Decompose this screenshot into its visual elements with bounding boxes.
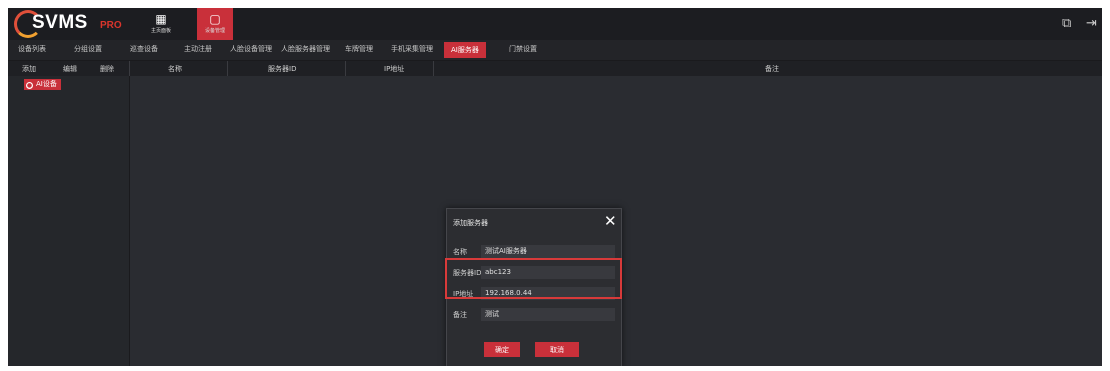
- highlight-annotation-box: [445, 258, 622, 299]
- top-bar: SVMS PRO ▦ 主页面板 ▢ 设备管理 ⧉ ⇥: [8, 8, 1102, 40]
- logo-text: SVMS: [32, 12, 88, 33]
- remark-field[interactable]: 测试: [481, 308, 615, 321]
- tab-mobile-capture-management[interactable]: 手机采集管理: [391, 44, 433, 54]
- delete-button[interactable]: 删除: [100, 64, 114, 74]
- logo-pro: PRO: [100, 20, 122, 31]
- table-header-row: 添加 编辑 删除 名称 服务器ID IP地址 备注: [8, 61, 1102, 76]
- tab-face-server-management[interactable]: 人脸服务器管理: [281, 44, 330, 54]
- device-icon: ▢: [209, 12, 221, 26]
- column-header-name[interactable]: 名称: [168, 64, 182, 74]
- module-label: 设备管理: [204, 28, 225, 34]
- column-divider: [345, 61, 346, 76]
- remark-label: 备注: [453, 311, 467, 319]
- tab-group-settings[interactable]: 分组设置: [74, 44, 102, 54]
- tab-active-register[interactable]: 主动注册: [184, 44, 212, 54]
- column-header-ip[interactable]: IP地址: [384, 64, 404, 74]
- fullscreen-icon[interactable]: ⧉: [1062, 16, 1071, 31]
- tab-device-list[interactable]: 设备列表: [18, 44, 46, 54]
- close-icon[interactable]: ✕: [604, 212, 617, 230]
- name-field[interactable]: 测试AI服务器: [481, 245, 615, 258]
- logout-icon[interactable]: ⇥: [1086, 16, 1097, 31]
- app-window: SVMS PRO ▦ 主页面板 ▢ 设备管理 ⧉ ⇥ 设备列表 分组设置 巡查设…: [8, 8, 1102, 366]
- add-button[interactable]: 添加: [22, 64, 36, 74]
- column-header-server-id[interactable]: 服务器ID: [268, 64, 296, 74]
- column-divider: [129, 61, 130, 76]
- cancel-button[interactable]: 取消: [535, 342, 579, 357]
- tree-node-ai-devices[interactable]: ● AI设备: [24, 79, 61, 90]
- dialog-title: 添加服务器: [453, 219, 488, 227]
- tree-node-label: AI设备: [36, 80, 57, 88]
- tab-plate-management[interactable]: 车牌管理: [345, 44, 373, 54]
- tab-access-control-settings[interactable]: 门禁设置: [509, 44, 537, 54]
- name-label: 名称: [453, 248, 467, 256]
- app-logo: SVMS PRO: [14, 10, 134, 38]
- tab-face-device-management[interactable]: 人脸设备管理: [230, 44, 272, 54]
- device-tree-panel: ● AI设备: [8, 76, 130, 366]
- ai-device-icon: ●: [26, 82, 33, 89]
- tab-patrol-devices[interactable]: 巡查设备: [130, 44, 158, 54]
- column-header-remark[interactable]: 备注: [765, 64, 779, 74]
- column-divider: [227, 61, 228, 76]
- tab-bar: 设备列表 分组设置 巡查设备 主动注册 人脸设备管理 人脸服务器管理 车牌管理 …: [8, 40, 1102, 61]
- edit-button[interactable]: 编辑: [63, 64, 77, 74]
- tab-ai-server[interactable]: AI服务器: [444, 42, 486, 58]
- confirm-button[interactable]: 确定: [484, 342, 520, 357]
- dashboard-icon: ▦: [155, 12, 167, 26]
- module-device-management[interactable]: ▢ 设备管理: [197, 8, 233, 40]
- column-divider: [433, 61, 434, 76]
- module-dashboard[interactable]: ▦ 主页面板: [143, 8, 179, 40]
- module-label: 主页面板: [150, 28, 171, 34]
